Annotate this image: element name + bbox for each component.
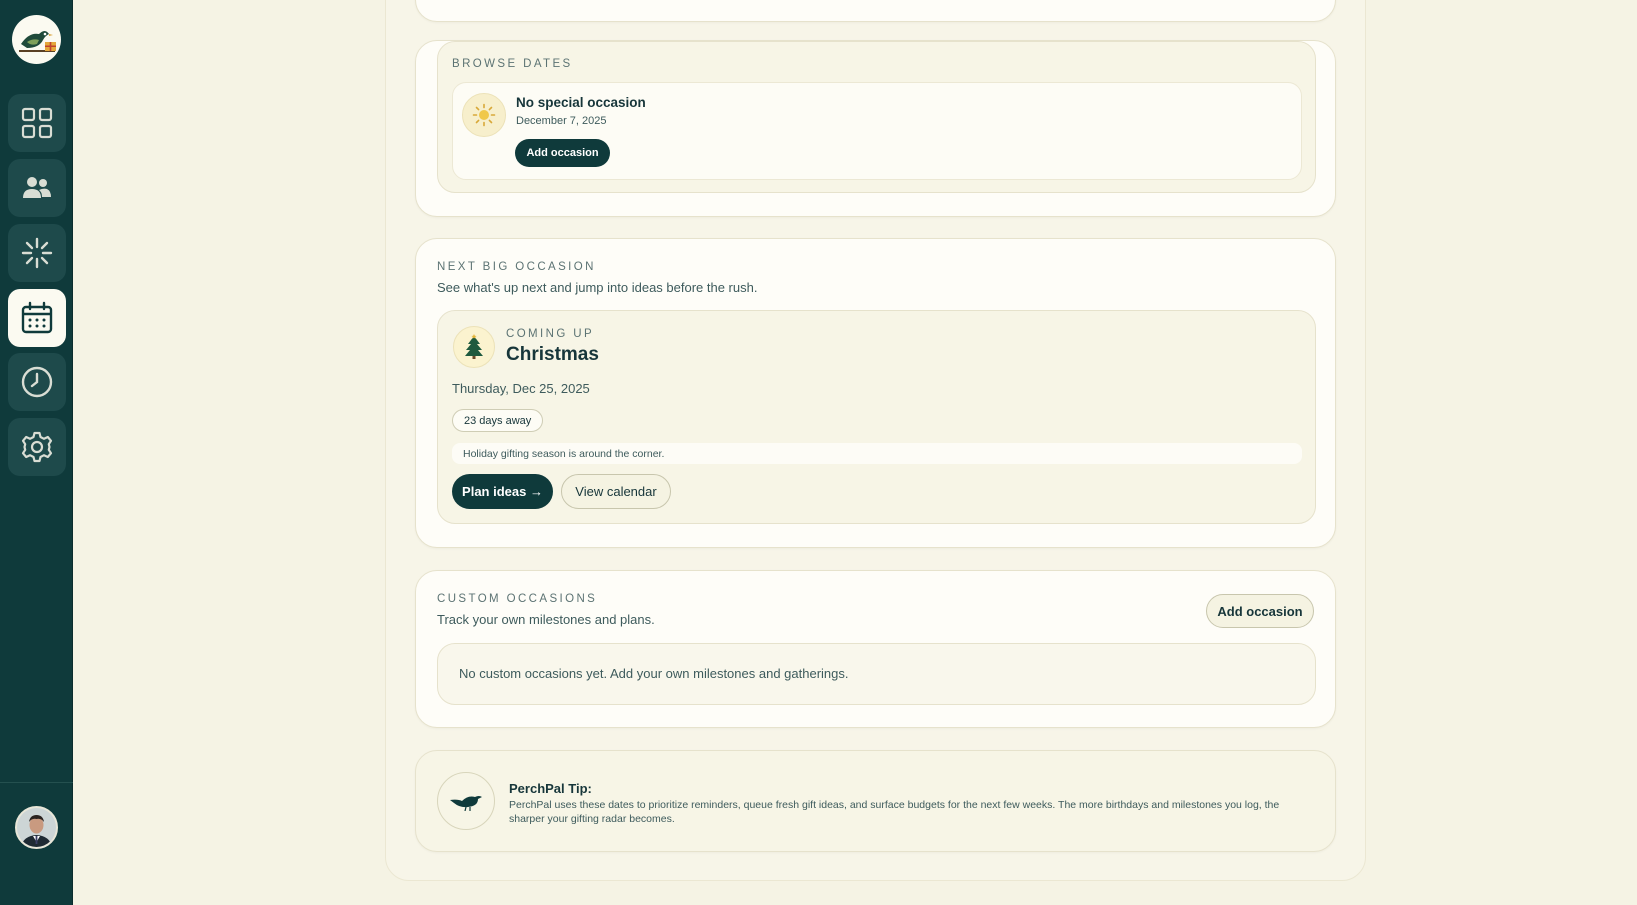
browse-dates-panel: BROWSE DATES No special occasion Decembe… xyxy=(437,41,1316,193)
next-big-eyebrow: NEXT BIG OCCASION xyxy=(437,261,596,273)
sidebar-item-history[interactable] xyxy=(8,353,66,411)
tip-section: PerchPal Tip: PerchPal uses these dates … xyxy=(415,750,1336,852)
custom-occasions-eyebrow: CUSTOM OCCASIONS xyxy=(437,593,598,605)
occasion-date: Thursday, Dec 25, 2025 xyxy=(452,381,590,396)
browse-dates-eyebrow: BROWSE DATES xyxy=(452,58,573,70)
coming-up-label: COMING UP xyxy=(506,328,595,340)
bird-icon xyxy=(437,772,495,830)
tip-title: PerchPal Tip: xyxy=(509,781,592,796)
custom-occasions-section: CUSTOM OCCASIONS Track your own mileston… xyxy=(415,570,1336,728)
browse-dates-section: BROWSE DATES No special occasion Decembe… xyxy=(415,40,1336,217)
occasion-card: No special occasion December 7, 2025 Add… xyxy=(452,82,1302,180)
sidebar-item-ideas[interactable] xyxy=(8,224,66,282)
calendar-icon xyxy=(21,301,53,334)
plan-ideas-button[interactable]: Plan ideas → xyxy=(452,474,553,509)
empty-state-text: No custom occasions yet. Add your own mi… xyxy=(459,666,849,681)
tip-body: PerchPal uses these dates to prioritize … xyxy=(509,799,1280,825)
occasion-note: Holiday gifting season is around the cor… xyxy=(452,443,1302,464)
grid-icon xyxy=(21,107,53,139)
sidebar-item-people[interactable] xyxy=(8,159,66,217)
christmas-panel: COMING UP Christmas Thursday, Dec 25, 20… xyxy=(437,310,1316,524)
view-calendar-button[interactable]: View calendar xyxy=(561,474,671,509)
gear-icon xyxy=(21,431,53,463)
custom-occasions-empty-panel: No custom occasions yet. Add your own mi… xyxy=(437,643,1316,705)
add-occasion-button[interactable]: Add occasion xyxy=(515,139,610,167)
occasion-date: December 7, 2025 xyxy=(516,115,607,127)
sidebar xyxy=(0,0,73,905)
bird-logo-icon[interactable] xyxy=(12,15,61,64)
occasion-name: Christmas xyxy=(506,344,599,365)
sun-icon xyxy=(462,93,506,137)
days-away-badge: 23 days away xyxy=(452,409,544,432)
users-icon xyxy=(23,177,51,198)
previous-card xyxy=(415,0,1336,22)
clock-icon xyxy=(21,366,53,398)
sidebar-item-dashboard[interactable] xyxy=(8,94,66,152)
custom-occasions-subtitle: Track your own milestones and plans. xyxy=(437,612,655,627)
add-occasion-button[interactable]: Add occasion xyxy=(1206,594,1314,628)
avatar[interactable] xyxy=(15,806,58,849)
occasion-title: No special occasion xyxy=(516,95,646,110)
sidebar-divider xyxy=(0,782,73,783)
next-big-occasion-section: NEXT BIG OCCASION See what's up next and… xyxy=(415,238,1336,548)
next-big-subtitle: See what's up next and jump into ideas b… xyxy=(437,280,758,295)
sparkle-icon xyxy=(21,237,53,269)
sidebar-item-settings[interactable] xyxy=(8,418,66,476)
sidebar-item-calendar[interactable] xyxy=(8,289,66,347)
christmas-tree-icon xyxy=(453,326,495,368)
